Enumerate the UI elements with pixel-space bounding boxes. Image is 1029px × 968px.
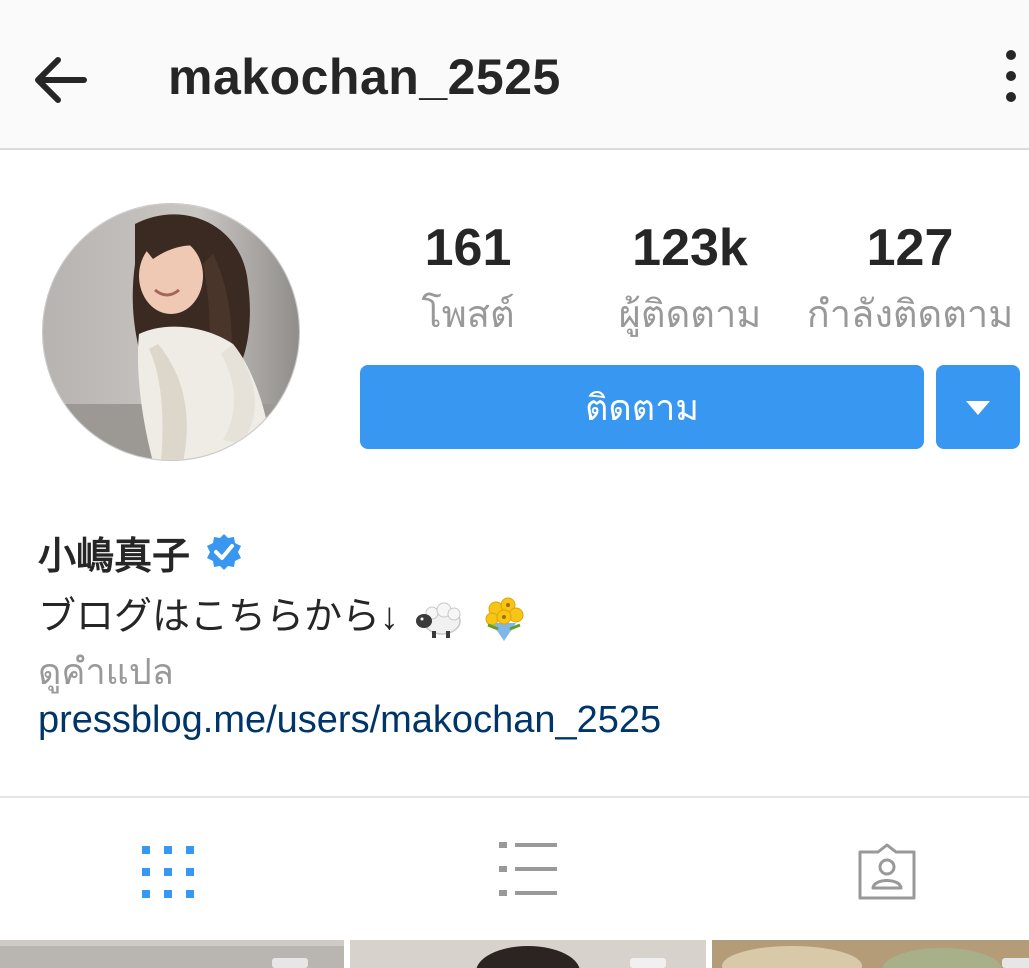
post-thumbnail[interactable] [350, 940, 706, 968]
profile-photo [43, 204, 299, 460]
page-title: makochan_2525 [168, 49, 561, 105]
sheep-emoji [415, 602, 461, 638]
tab-tagged-view[interactable] [686, 820, 1029, 920]
bio: ブログはこちらから↓ [38, 585, 528, 643]
posts-count: 161 [424, 219, 512, 277]
bio-website-link[interactable]: pressblog.me/users/makochan_2525 [38, 699, 661, 742]
top-bar: makochan_2525 [0, 0, 1029, 150]
grid-icon [142, 846, 194, 898]
tab-list-view[interactable] [343, 820, 686, 920]
more-vertical-icon [996, 50, 1026, 102]
arrow-left-icon [35, 57, 87, 103]
followers-stat[interactable]: 123k ผู้ติดตาม [600, 218, 780, 340]
bouquet-emoji [485, 597, 524, 641]
verified-badge-icon [207, 534, 242, 570]
following-label: กำลังติดตาม [806, 294, 1014, 336]
following-stat[interactable]: 127 กำลังติดตาม [800, 218, 1020, 340]
tab-grid-view[interactable] [0, 820, 343, 920]
followers-label: ผู้ติดตาม [618, 294, 762, 336]
follow-button-label: ติดตาม [584, 386, 700, 428]
followers-count: 123k [632, 219, 748, 277]
post-thumbnail[interactable] [0, 940, 344, 968]
follow-button[interactable]: ติดตาม [360, 365, 924, 449]
profile-name: 小嶋真子 [38, 535, 191, 578]
posts-stat[interactable]: 161 โพสต์ [408, 218, 528, 340]
suggested-dropdown-button[interactable] [936, 365, 1020, 449]
more-options-button[interactable] [996, 50, 1026, 106]
see-translation-link[interactable]: ดูคำแปล [38, 643, 174, 700]
list-icon [499, 842, 557, 896]
caret-down-icon [966, 401, 990, 415]
profile-name-row: 小嶋真子 [38, 528, 244, 578]
following-count: 127 [866, 219, 954, 277]
avatar[interactable] [42, 203, 300, 461]
divider [0, 796, 1029, 798]
posts-label: โพสต์ [421, 294, 515, 336]
bio-text: ブログはこちらから↓ [38, 596, 400, 638]
back-button[interactable] [30, 50, 90, 110]
tagged-person-icon [858, 843, 916, 900]
post-thumbnail[interactable] [712, 940, 1029, 968]
